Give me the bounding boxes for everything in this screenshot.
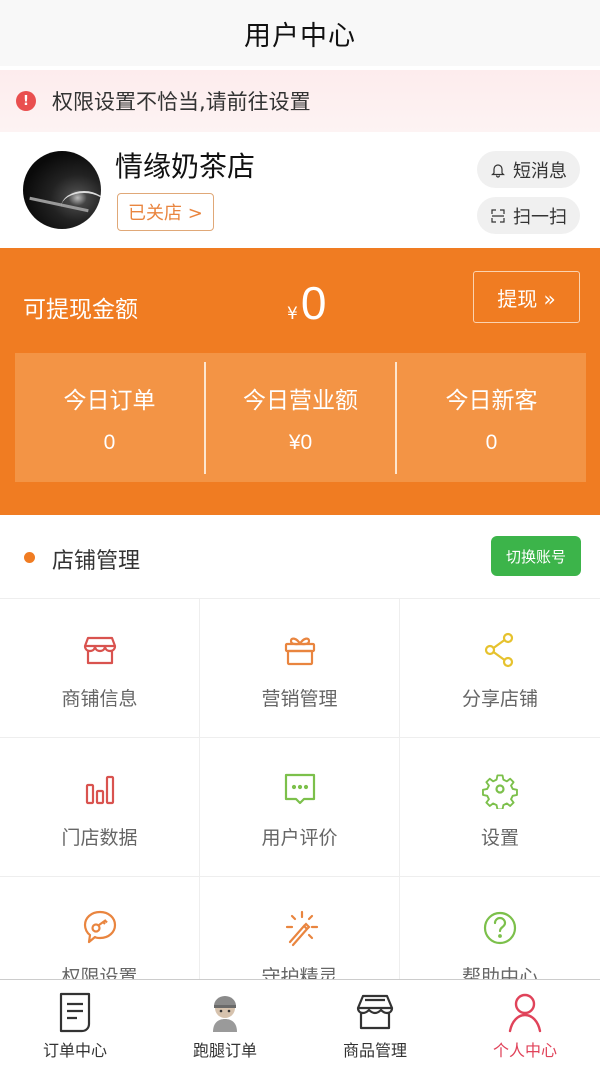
messages-button[interactable]: 短消息 bbox=[477, 151, 580, 188]
scan-label: 扫一扫 bbox=[513, 206, 567, 228]
comment-icon bbox=[284, 773, 315, 805]
today-stats: 今日订单 0 今日营业额 ¥0 今日新客 0 bbox=[15, 353, 586, 482]
shop-status-button[interactable]: 已关店 > bbox=[117, 193, 214, 231]
magic-wand-icon bbox=[285, 910, 318, 947]
amount-value: 0 bbox=[300, 277, 327, 329]
stat-label: 今日新客 bbox=[445, 387, 538, 414]
menu-settings[interactable]: 设置 bbox=[400, 738, 600, 877]
stat-value: ¥0 bbox=[288, 430, 313, 454]
person-icon bbox=[508, 993, 542, 1033]
tab-order-center[interactable]: 订单中心 bbox=[0, 980, 150, 1067]
stat-label: 今日营业额 bbox=[243, 387, 358, 414]
tab-label: 个人中心 bbox=[492, 1041, 557, 1060]
tab-label: 跑腿订单 bbox=[192, 1041, 257, 1060]
menu-label: 营销管理 bbox=[261, 688, 338, 710]
page-title: 用户中心 bbox=[244, 20, 356, 52]
menu-label: 分享店铺 bbox=[461, 688, 538, 710]
help-icon bbox=[483, 911, 517, 945]
courier-icon bbox=[213, 996, 237, 1032]
menu-marketing[interactable]: 营销管理 bbox=[200, 599, 400, 738]
bottom-tab-bar: 订单中心 跑腿订单 商品管理 个人中心 bbox=[0, 979, 600, 1067]
alert-text: 权限设置不恰当,请前往设置 bbox=[52, 90, 311, 114]
tab-personal-center[interactable]: 个人中心 bbox=[450, 980, 600, 1067]
scan-button[interactable]: 扫一扫 bbox=[477, 197, 580, 234]
store-management-grid: 商铺信息 营销管理 分享店铺 门店数据 用户评价 设置 权限设置 守护精灵 帮助… bbox=[0, 599, 600, 1016]
withdrawable-label: 可提现金额 bbox=[23, 297, 138, 323]
tab-errand-orders[interactable]: 跑腿订单 bbox=[150, 980, 300, 1067]
switch-account-button[interactable]: 切换账号 bbox=[491, 536, 581, 576]
withdraw-button[interactable]: 提现 » bbox=[473, 271, 580, 323]
stat-today-revenue[interactable]: 今日营业额 ¥0 bbox=[206, 353, 395, 482]
store-management-header: 店铺管理 切换账号 bbox=[0, 515, 600, 599]
messages-label: 短消息 bbox=[513, 160, 567, 182]
stat-today-new-customers[interactable]: 今日新客 0 bbox=[397, 353, 586, 482]
permission-alert[interactable]: ! 权限设置不恰当,请前往设置 bbox=[0, 70, 600, 132]
gift-icon bbox=[284, 637, 315, 666]
bar-chart-icon bbox=[85, 775, 114, 805]
menu-store-data[interactable]: 门店数据 bbox=[0, 738, 200, 877]
share-icon bbox=[484, 632, 514, 668]
profile-card: 情缘奶茶店 已关店 > 短消息 扫一扫 bbox=[0, 132, 600, 248]
menu-store-info[interactable]: 商铺信息 bbox=[0, 599, 200, 738]
stat-value: 0 bbox=[485, 430, 498, 454]
menu-user-reviews[interactable]: 用户评价 bbox=[200, 738, 400, 877]
menu-share-store[interactable]: 分享店铺 bbox=[400, 599, 600, 738]
stat-value: 0 bbox=[103, 430, 116, 454]
bullet-dot bbox=[24, 552, 35, 563]
menu-label: 用户评价 bbox=[261, 827, 338, 849]
storefront-icon bbox=[83, 636, 116, 665]
menu-label: 商铺信息 bbox=[61, 688, 138, 710]
tab-product-management[interactable]: 商品管理 bbox=[300, 980, 450, 1067]
document-icon bbox=[59, 992, 91, 1033]
currency-symbol: ¥ bbox=[287, 304, 298, 324]
bell-icon bbox=[491, 163, 505, 178]
info-icon: ! bbox=[16, 91, 36, 111]
tab-label: 订单中心 bbox=[42, 1041, 107, 1060]
wallet-panel: 可提现金额 ¥ 0 提现 » 今日订单 0 今日营业额 ¥0 今日新客 0 bbox=[0, 248, 600, 515]
stat-label: 今日订单 bbox=[63, 387, 156, 414]
nav-bar: 用户中心 bbox=[0, 0, 600, 66]
stat-today-orders[interactable]: 今日订单 0 bbox=[15, 353, 204, 482]
tab-label: 商品管理 bbox=[342, 1041, 407, 1060]
avatar[interactable] bbox=[23, 151, 101, 229]
gear-icon bbox=[482, 774, 518, 809]
section-title: 店铺管理 bbox=[52, 549, 141, 574]
shop-name: 情缘奶茶店 bbox=[115, 150, 256, 183]
withdrawable-amount: ¥ 0 bbox=[287, 276, 326, 330]
key-bubble-icon bbox=[83, 910, 116, 944]
store-icon bbox=[356, 994, 394, 1030]
menu-label: 设置 bbox=[480, 827, 519, 849]
scan-icon bbox=[491, 208, 505, 223]
menu-label: 门店数据 bbox=[61, 827, 138, 849]
